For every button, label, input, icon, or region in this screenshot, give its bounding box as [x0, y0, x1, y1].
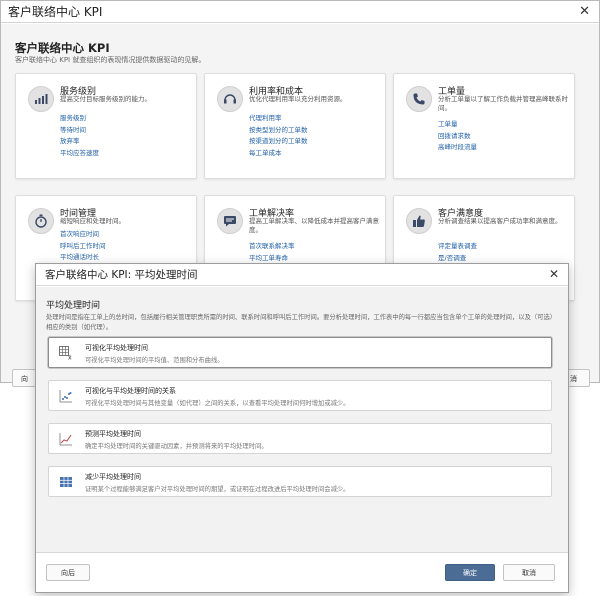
trend-chart-icon — [59, 433, 72, 446]
card-link[interactable]: 首次联系解决率 — [249, 241, 295, 253]
card-description: 提高工单解决率、以降低成本并提高客户满意度。 — [249, 217, 379, 234]
option-visualize-aht[interactable]: x̄ 可视化平均处理时间 可视化平均处理时间的平均值、范围和分布曲线。 — [48, 337, 552, 368]
dialog-title: 客户联络中心 KPI: 平均处理时间 — [45, 269, 198, 281]
card-link[interactable]: 平均通话时长 — [60, 252, 106, 264]
bar-chart-icon — [28, 86, 54, 112]
background-heading: 客户联络中心 KPI — [15, 41, 110, 55]
option-title: 可视化平均处理时间 — [85, 344, 148, 352]
background-window-title: 客户联络中心 KPI — [8, 5, 103, 19]
card-service-level[interactable]: 服务级别 提高交付目标服务级别的能力。 服务级别 等待时间 放弃率 平均应答速度 — [15, 73, 197, 179]
chat-icon — [217, 208, 243, 234]
option-description: 可视化平均处理时间与其他变量（如代理）之间的关系，以查看平均处理时间何时增加或减… — [85, 400, 350, 407]
option-visualize-relationship[interactable]: 可视化与平均处理时间的关系 可视化平均处理时间与其他变量（如代理）之间的关系，以… — [48, 380, 552, 411]
ok-button[interactable]: 确定 — [445, 564, 495, 581]
option-title: 预测平均处理时间 — [85, 430, 141, 438]
option-predict-aht[interactable]: 预测平均处理时间 确定平均处理时间的关键驱动因素，并预测将来的平均处理时间。 — [48, 423, 552, 454]
dialog-close-icon[interactable]: ✕ — [549, 267, 559, 281]
dialog-titlebar: 客户联络中心 KPI: 平均处理时间 ✕ — [36, 264, 568, 286]
stopwatch-icon — [28, 208, 54, 234]
card-link[interactable]: 首次响应时间 — [60, 229, 106, 241]
dialog-footer: 向后 确定 取消 — [36, 552, 568, 592]
card-link[interactable]: 按渠道划分的工单数 — [249, 136, 308, 148]
dialog-description: 处理时间是指在工单上的总时间，包括履行相关管理职责所需的时间、联系时间和呼叫后工… — [46, 314, 557, 331]
dialog-body: 平均处理时间 处理时间是指在工单上的总时间，包括履行相关管理职责所需的时间、联系… — [36, 287, 568, 552]
card-link[interactable]: 呼叫后工作时间 — [60, 241, 106, 253]
card-link[interactable]: 服务级别 — [60, 113, 99, 125]
card-description: 优化代理利用率以充分利用资源。 — [249, 95, 347, 103]
card-ticket-volume[interactable]: 工单量 分析工单量以了解工作负载并管理高峰联系时间。 工单量 回拨请求数 高峰时… — [393, 73, 575, 179]
card-utilization-cost[interactable]: 利用率和成本 优化代理利用率以充分利用资源。 代理利用率 按类型划分的工单数 按… — [204, 73, 386, 179]
card-link[interactable]: 工单量 — [438, 119, 477, 131]
option-reduce-aht[interactable]: 减少平均处理时间 证明某个过程能够满足客户对平均处理时间的期望，或证明在过程改进… — [48, 466, 552, 497]
cancel-button[interactable]: 取消 — [503, 564, 555, 581]
option-title: 可视化与平均处理时间的关系 — [85, 387, 176, 395]
background-description: 客户联络中心 KPI 就查组织的表现情况提供数据驱动的见解。 — [15, 56, 206, 64]
card-link[interactable]: 评定量表调查 — [438, 241, 477, 253]
option-description: 证明某个过程能够满足客户对平均处理时间的期望，或证明在过程改进后平均处理时间会减… — [85, 486, 350, 493]
option-title: 减少平均处理时间 — [85, 473, 141, 481]
card-description: 分析调查结果以提高客户成功率和满意度。 — [438, 217, 562, 225]
aht-dialog: 客户联络中心 KPI: 平均处理时间 ✕ 平均处理时间 处理时间是指在工单上的总… — [35, 263, 569, 593]
phone-icon — [406, 86, 432, 112]
svg-text:x̄: x̄ — [68, 355, 72, 361]
table-calc-icon: x̄ — [59, 346, 72, 361]
card-description: 提高交付目标服务级别的能力。 — [60, 95, 151, 103]
card-link[interactable]: 高峰时段流量 — [438, 142, 477, 154]
card-description: 分析工单量以了解工作负载并管理高峰联系时间。 — [438, 95, 568, 112]
option-description: 确定平均处理时间的关键驱动因素，并预测将来的平均处理时间。 — [85, 443, 268, 450]
scatter-plot-icon — [59, 390, 72, 403]
headset-icon — [217, 86, 243, 112]
card-link[interactable]: 等待时间 — [60, 125, 99, 137]
background-titlebar: 客户联络中心 KPI ✕ — [1, 1, 599, 23]
dialog-heading: 平均处理时间 — [46, 301, 101, 311]
option-description: 可视化平均处理时间的平均值、范围和分布曲线。 — [85, 357, 224, 364]
background-close-icon[interactable]: ✕ — [579, 4, 590, 19]
thumbs-up-icon — [406, 208, 432, 234]
card-link[interactable]: 按类型划分的工单数 — [249, 125, 308, 137]
card-link[interactable]: 回拨请求数 — [438, 131, 477, 143]
card-description: 缩短响应和处理时间。 — [60, 217, 125, 225]
card-link[interactable]: 每工单成本 — [249, 148, 308, 160]
card-link[interactable]: 代理利用率 — [249, 113, 308, 125]
grid-table-icon — [60, 477, 72, 487]
card-link[interactable]: 平均应答速度 — [60, 148, 99, 160]
back-button[interactable]: 向后 — [46, 564, 90, 581]
card-link[interactable]: 放弃率 — [60, 136, 99, 148]
